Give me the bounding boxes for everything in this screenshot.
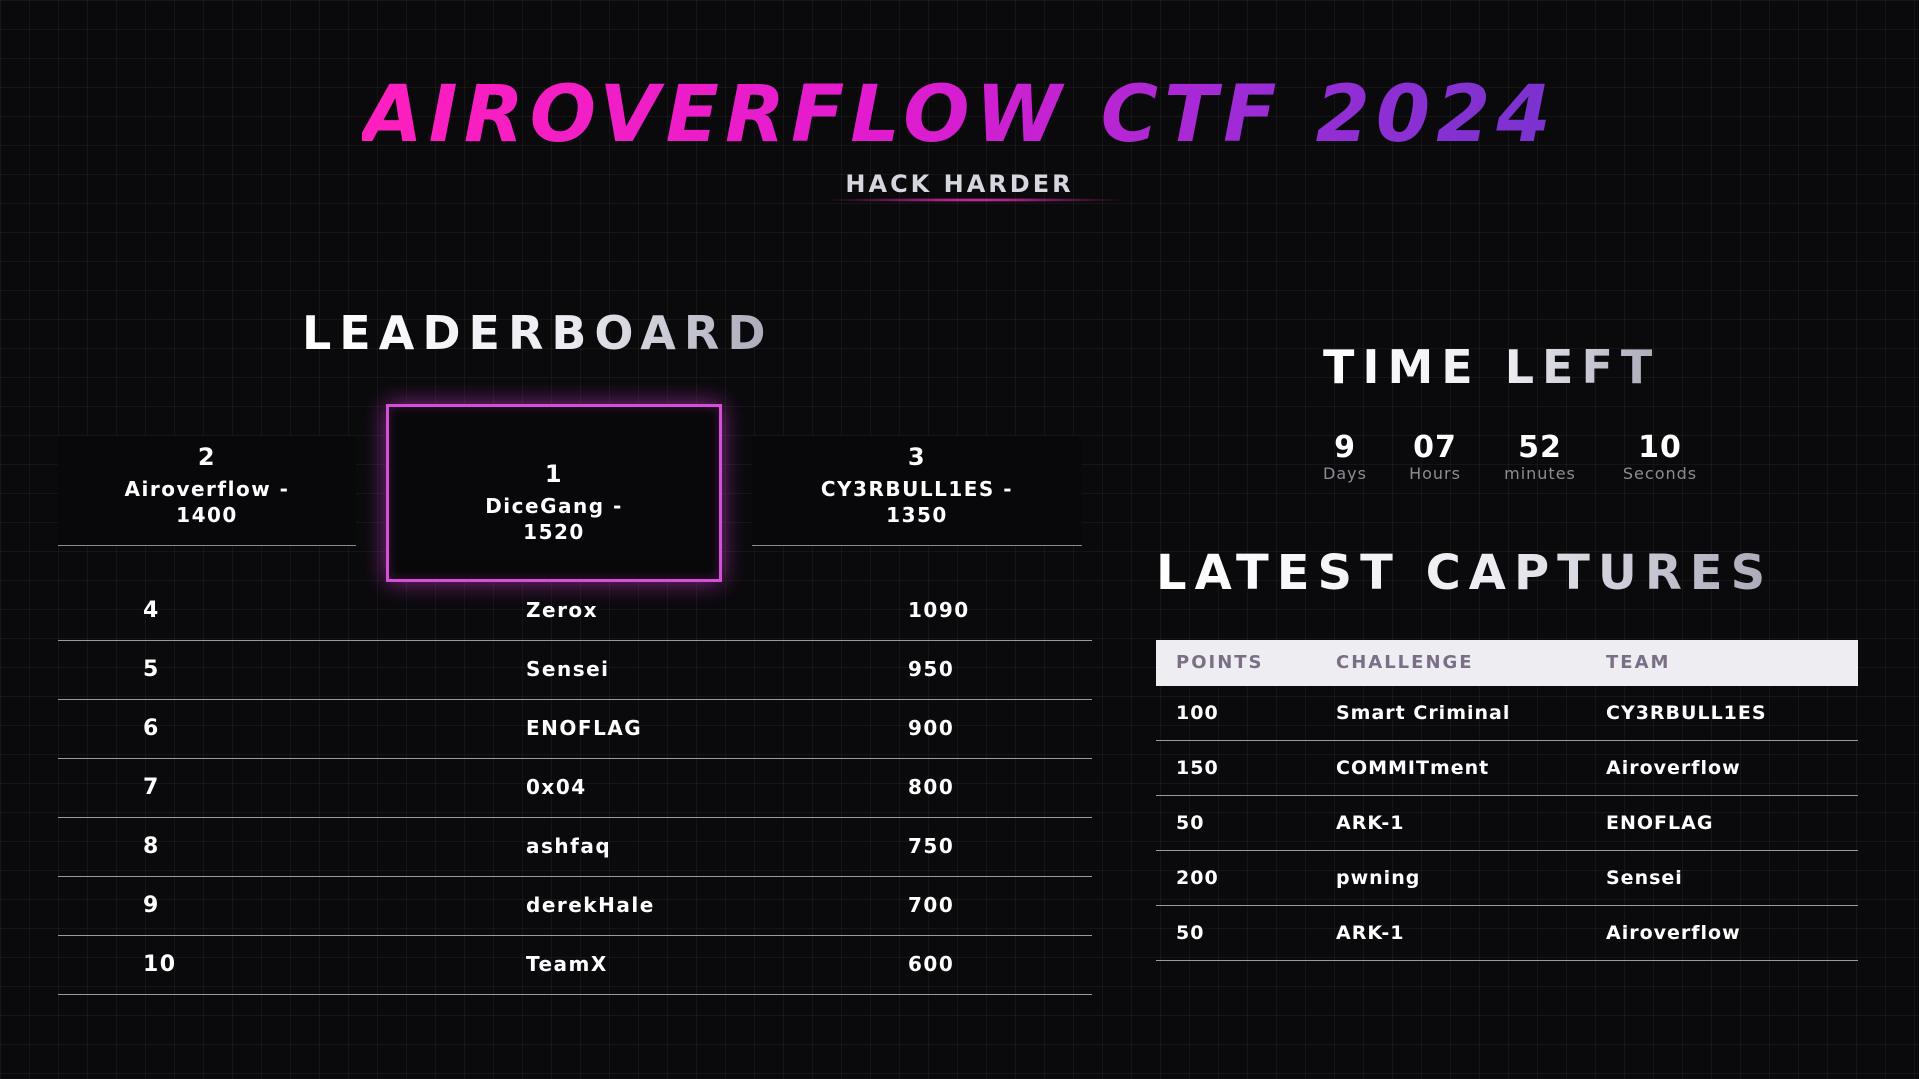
table-row: 150 COMMITment Airoverflow (1156, 741, 1858, 796)
team-cell: TeamX (526, 952, 608, 976)
tagline: HACK HARDER (845, 170, 1074, 198)
rank-cell: 8 (143, 834, 160, 859)
rank-cell: 5 (143, 657, 160, 682)
column-header-team: TEAM (1606, 652, 1671, 673)
score-cell: 950 (908, 657, 955, 681)
points-cell: 50 (1176, 812, 1205, 834)
team-cell: CY3RBULL1ES (1606, 702, 1767, 724)
table-row: 8 ashfaq 750 (58, 818, 1092, 877)
score-cell: 800 (908, 775, 955, 799)
podium-rank: 1 (544, 460, 564, 488)
challenge-cell: ARK-1 (1336, 922, 1405, 944)
points-cell: 50 (1176, 922, 1205, 944)
countdown-value: 10 (1638, 430, 1682, 465)
team-cell: 0x04 (526, 775, 587, 799)
score-cell: 600 (908, 952, 955, 976)
podium-second-place: 2 Airoverflow - 1400 (58, 436, 356, 546)
podium-rank: 2 (197, 443, 217, 471)
points-cell: 100 (1176, 702, 1219, 724)
podium-score: 1350 (886, 503, 948, 527)
rank-cell: 7 (143, 775, 160, 800)
team-cell: Sensei (526, 657, 610, 681)
challenge-cell: COMMITment (1336, 757, 1490, 779)
countdown-timer: 9 Days 07 Hours 52 minutes 10 Seconds (1310, 430, 1730, 490)
podium-team: Airoverflow - (124, 477, 290, 501)
podium-score: 1520 (523, 520, 585, 544)
podium-rank: 3 (907, 443, 927, 471)
table-row: 10 TeamX 600 (58, 936, 1092, 995)
podium-team: DiceGang - (485, 494, 623, 518)
leaderboard-title: LEADERBOARD (302, 306, 774, 360)
team-cell: Airoverflow (1606, 922, 1741, 944)
team-cell: ENOFLAG (1606, 812, 1714, 834)
team-cell: Sensei (1606, 867, 1683, 889)
countdown-value: 52 (1518, 430, 1562, 465)
team-cell: derekHale (526, 893, 655, 917)
rank-cell: 4 (143, 598, 160, 623)
countdown-label: Days (1323, 464, 1367, 483)
countdown-minutes: 52 minutes (1490, 430, 1590, 483)
podium-third-place: 3 CY3RBULL1ES - 1350 (752, 436, 1082, 546)
column-header-challenge: CHALLENGE (1336, 652, 1474, 673)
table-row: 5 Sensei 950 (58, 641, 1092, 700)
rank-cell: 9 (143, 893, 160, 918)
team-cell: ashfaq (526, 834, 612, 858)
countdown-value: 9 (1334, 430, 1356, 465)
table-row: 4 Zerox 1090 (58, 582, 1092, 641)
table-row: 50 ARK-1 ENOFLAG (1156, 796, 1858, 851)
captures-table-header: POINTS CHALLENGE TEAM (1156, 640, 1858, 686)
team-cell: ENOFLAG (526, 716, 643, 740)
table-row: 9 derekHale 700 (58, 877, 1092, 936)
page-title: AIROVERFLOW CTF 2024 (362, 70, 1557, 160)
countdown-label: Hours (1409, 464, 1461, 483)
score-cell: 900 (908, 716, 955, 740)
countdown-days: 9 Days (1310, 430, 1380, 483)
score-cell: 750 (908, 834, 955, 858)
table-row: 100 Smart Criminal CY3RBULL1ES (1156, 686, 1858, 741)
captures-table: POINTS CHALLENGE TEAM 100 Smart Criminal… (1156, 640, 1858, 961)
tagline-glow-underline (830, 198, 1120, 202)
table-row: 50 ARK-1 Airoverflow (1156, 906, 1858, 961)
leaderboard-table: 4 Zerox 1090 5 Sensei 950 6 ENOFLAG 900 … (58, 582, 1092, 995)
score-cell: 700 (908, 893, 955, 917)
team-cell: Zerox (526, 598, 599, 622)
countdown-hours: 07 Hours (1395, 430, 1475, 483)
points-cell: 150 (1176, 757, 1219, 779)
rank-cell: 6 (143, 716, 160, 741)
time-left-title: TIME LEFT (1323, 340, 1661, 394)
column-header-points: POINTS (1176, 652, 1264, 673)
countdown-label: Seconds (1622, 464, 1698, 483)
points-cell: 200 (1176, 867, 1219, 889)
podium-score: 1400 (176, 503, 238, 527)
rank-cell: 10 (143, 952, 177, 977)
latest-captures-title: LATEST CAPTURES (1156, 545, 1774, 601)
challenge-cell: pwning (1336, 867, 1421, 889)
countdown-value: 07 (1413, 430, 1457, 465)
podium-team: CY3RBULL1ES - (820, 477, 1014, 501)
table-row: 200 pwning Sensei (1156, 851, 1858, 906)
team-cell: Airoverflow (1606, 757, 1741, 779)
challenge-cell: ARK-1 (1336, 812, 1405, 834)
countdown-seconds: 10 Seconds (1605, 430, 1715, 483)
podium-first-place: 1 DiceGang - 1520 (386, 404, 722, 582)
table-row: 7 0x04 800 (58, 759, 1092, 818)
table-row: 6 ENOFLAG 900 (58, 700, 1092, 759)
countdown-label: minutes (1504, 464, 1576, 483)
score-cell: 1090 (908, 598, 970, 622)
challenge-cell: Smart Criminal (1336, 702, 1511, 724)
